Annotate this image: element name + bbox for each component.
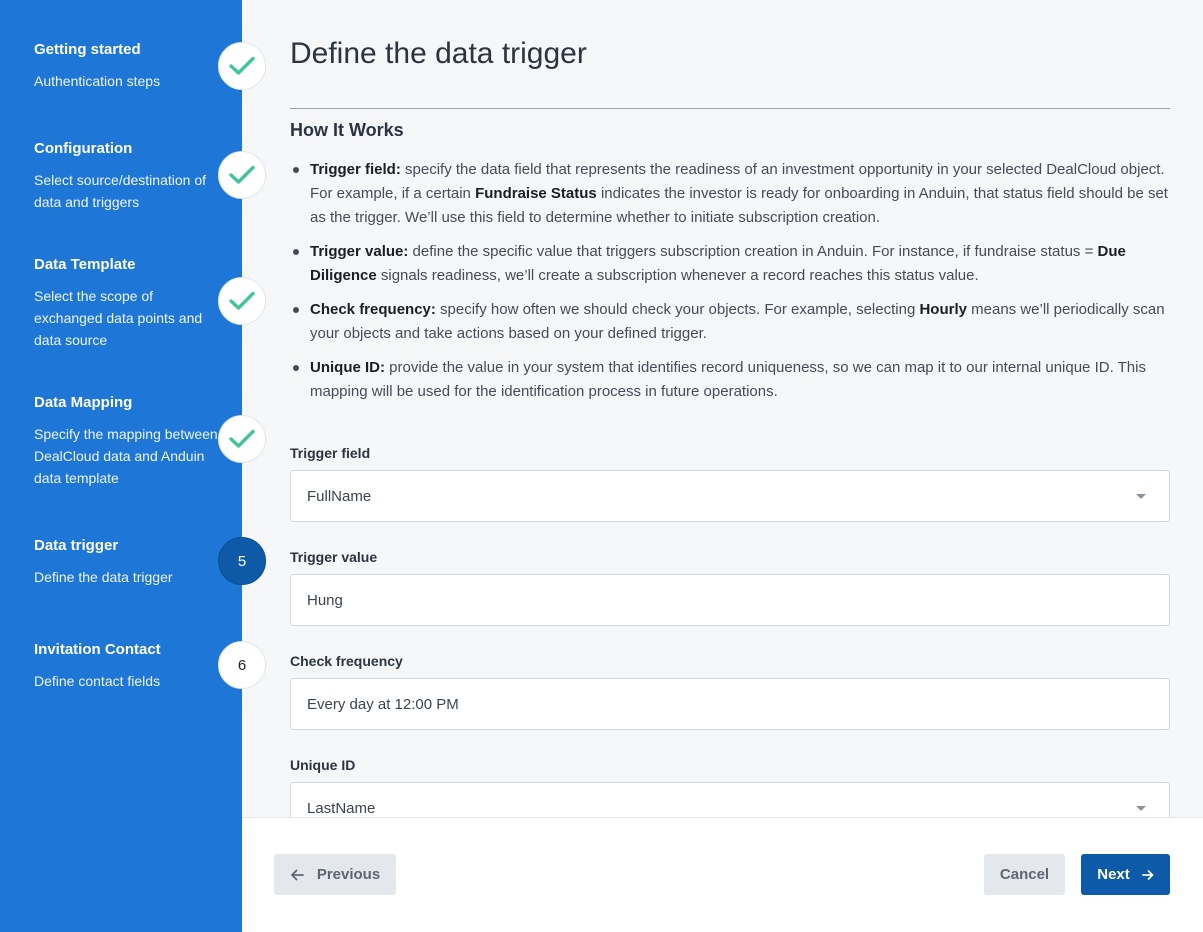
next-button[interactable]: Next — [1081, 854, 1170, 895]
trigger-field-value: FullName — [307, 487, 372, 505]
how-item-check-frequency: Check frequency: specify how often we sh… — [290, 298, 1170, 346]
step-title: Data Mapping — [34, 394, 133, 411]
trigger-field-label: Trigger field — [290, 445, 371, 461]
previous-button[interactable]: Previous — [274, 854, 396, 895]
previous-button-label: Previous — [316, 866, 381, 883]
step-data-trigger[interactable]: Data trigger Define the data trigger — [34, 536, 224, 588]
check-frequency-label: Check frequency — [290, 653, 403, 669]
step-description: Define the data trigger — [34, 569, 173, 585]
stepper-sidebar: Getting started Authentication steps Con… — [0, 0, 266, 932]
how-item-trigger-field: Trigger field: specify the data field th… — [290, 158, 1170, 230]
step-description: Select the scope of exchanged data point… — [34, 288, 203, 348]
unique-id-label: Unique ID — [290, 757, 356, 773]
step-title: Data trigger — [34, 537, 119, 554]
next-button-label: Next — [1097, 866, 1130, 883]
page-title: Define the data trigger — [290, 37, 587, 70]
cancel-button[interactable]: Cancel — [984, 854, 1065, 895]
step-title: Data Template — [34, 256, 136, 273]
check-frequency-value: Every day at 12:00 PM — [307, 695, 459, 713]
arrow-left-icon — [290, 869, 304, 880]
step-description: Authentication steps — [34, 73, 161, 89]
step-configuration[interactable]: Configuration Select source/destination … — [34, 139, 224, 213]
step-description: Define contact fields — [34, 673, 161, 689]
trigger-value-text: Hung — [307, 591, 343, 609]
trigger-field-select[interactable]: FullName — [290, 470, 1170, 522]
step-description: Specify the mapping between DealCloud da… — [34, 426, 218, 486]
step-data-mapping[interactable]: Data Mapping Specify the mapping between… — [34, 393, 224, 489]
step-data-template[interactable]: Data Template Select the scope of exchan… — [34, 255, 224, 351]
how-it-works-list: Trigger field: specify the data field th… — [290, 158, 1170, 414]
chevron-down-icon — [1136, 806, 1146, 811]
step-title: Getting started — [34, 41, 141, 58]
how-item-unique-id: Unique ID: provide the value in your sys… — [290, 356, 1170, 404]
step-title: Invitation Contact — [34, 641, 161, 658]
trigger-value-input[interactable]: Hung — [290, 574, 1170, 626]
footer-actions: Previous Cancel Next — [242, 817, 1203, 932]
title-divider — [290, 108, 1170, 109]
how-item-trigger-value: Trigger value: define the specific value… — [290, 240, 1170, 288]
step-getting-started[interactable]: Getting started Authentication steps — [34, 40, 224, 92]
unique-id-select[interactable]: LastName — [290, 782, 1170, 817]
trigger-value-label: Trigger value — [290, 549, 378, 565]
unique-id-value: LastName — [307, 799, 376, 817]
check-frequency-input[interactable]: Every day at 12:00 PM — [290, 678, 1170, 730]
arrow-right-icon — [1141, 869, 1154, 880]
cancel-button-label: Cancel — [999, 866, 1050, 883]
section-title-how-it-works: How It Works — [290, 120, 404, 140]
main-content: Define the data trigger How It Works Tri… — [242, 0, 1203, 817]
step-description: Select source/destination of data and tr… — [34, 172, 206, 210]
step-invitation-contact[interactable]: Invitation Contact Define contact fields — [34, 640, 224, 692]
chevron-down-icon — [1136, 494, 1146, 499]
step-title: Configuration — [34, 140, 133, 157]
